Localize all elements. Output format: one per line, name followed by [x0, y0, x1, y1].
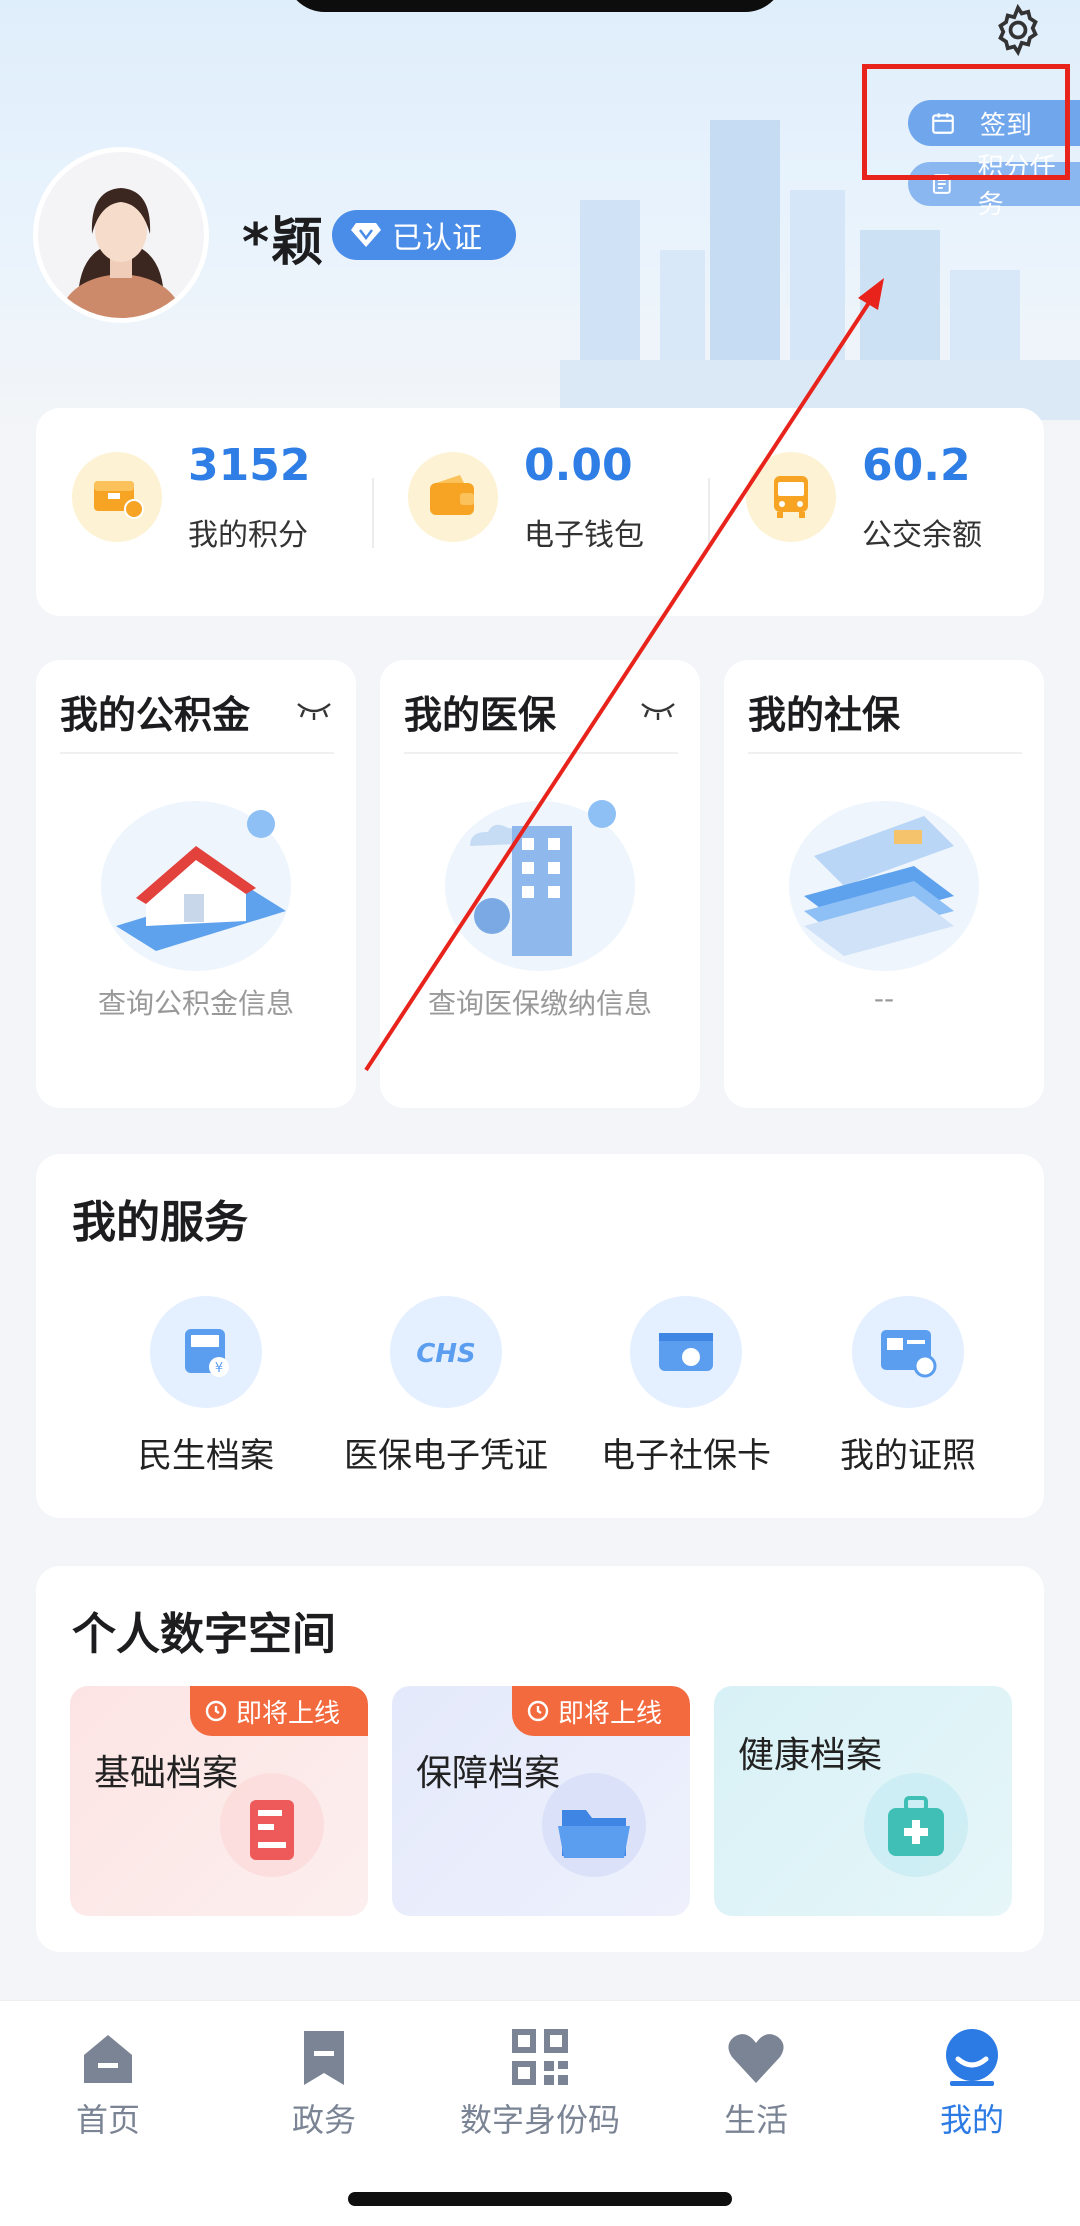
home-icon	[84, 2035, 132, 2083]
bus-balance-value: 60.2	[862, 440, 971, 491]
provident-fund-card[interactable]: 我的公积金 查询公积金信息	[36, 660, 356, 1108]
my-services-title: 我的服务	[72, 1197, 248, 1248]
divider	[748, 752, 1022, 754]
tab-home[interactable]: 首页	[0, 2025, 216, 2145]
chs-icon: CHS	[390, 1296, 502, 1408]
profile-icon	[946, 2029, 998, 2086]
tab-label: 我的	[939, 2101, 1004, 2139]
social-security-card[interactable]: 我的社保 --	[724, 660, 1044, 1108]
points-label: 我的积分	[188, 518, 308, 553]
provident-fund-title: 我的公积金	[60, 693, 251, 737]
folder-icon	[542, 1773, 646, 1877]
svg-text:¥: ¥	[215, 1361, 223, 1376]
house-illustration	[101, 801, 291, 971]
divider	[372, 478, 374, 548]
tab-label: 政务	[291, 2101, 356, 2139]
coming-soon-badge: 即将上线	[190, 1686, 368, 1736]
stat-bus-balance[interactable]: 60.2 公交余额	[746, 438, 1006, 588]
provident-fund-subtitle: 查询公积金信息	[97, 987, 294, 1020]
heart-icon	[728, 2034, 784, 2083]
tab-label: 数字身份码	[459, 2101, 620, 2139]
eye-closed-icon[interactable]	[638, 700, 678, 722]
document-icon	[220, 1773, 324, 1877]
my-services-section: 我的服务 ¥ 民生档案 CHS 医保电子凭证 电子社保卡 我的证照	[36, 1154, 1044, 1518]
verified-label: 已认证	[392, 221, 482, 256]
social-security-title: 我的社保	[748, 693, 901, 737]
hospital-illustration	[445, 800, 635, 971]
diamond-icon	[351, 223, 381, 247]
home-indicator	[348, 2192, 732, 2206]
username: *颖	[242, 213, 326, 273]
tab-digital-id[interactable]: 数字身份码	[432, 2025, 648, 2145]
service-label: 民生档案	[138, 1436, 274, 1476]
social-security-illustration	[789, 801, 979, 971]
device-notch	[285, 0, 785, 12]
stats-card: 3152 我的积分 0.00 电子钱包 60.2 公交余额	[36, 408, 1044, 616]
medical-insurance-title: 我的医保	[404, 693, 557, 737]
tab-life[interactable]: 生活	[648, 2025, 864, 2145]
basic-archive-card[interactable]: 即将上线 基础档案	[70, 1686, 368, 1916]
eye-closed-icon[interactable]	[294, 700, 334, 722]
service-medical-voucher[interactable]: CHS 医保电子凭证	[326, 1296, 566, 1476]
avatar[interactable]	[38, 152, 204, 318]
social-card-icon	[630, 1296, 742, 1408]
tab-label: 首页	[75, 2101, 140, 2139]
tab-government[interactable]: 政务	[216, 2025, 432, 2145]
social-security-subtitle: --	[873, 982, 895, 1015]
stat-wallet[interactable]: 0.00 电子钱包	[408, 438, 668, 588]
tab-label: 生活	[723, 2101, 788, 2139]
service-livelihood-archive[interactable]: ¥ 民生档案	[86, 1296, 326, 1476]
bus-balance-label: 公交余额	[862, 518, 982, 553]
digital-space-section: 个人数字空间 即将上线 基础档案 即将上线 保障档案 健康档案	[36, 1566, 1044, 1952]
health-archive-card[interactable]: 健康档案	[714, 1686, 1012, 1916]
medical-insurance-card[interactable]: 我的医保 查询医保缴纳信息	[380, 660, 700, 1108]
wallet-label: 电子钱包	[524, 518, 644, 553]
archive-icon: ¥	[150, 1296, 262, 1408]
digital-space-title: 个人数字空间	[72, 1609, 336, 1660]
tab-mine[interactable]: 我的	[864, 2025, 1080, 2145]
svg-text:CHS: CHS	[416, 1339, 476, 1369]
qr-code-icon	[512, 2029, 568, 2085]
bus-icon	[746, 452, 836, 542]
wallet-icon	[408, 452, 498, 542]
divider	[708, 478, 710, 548]
stat-points[interactable]: 3152 我的积分	[72, 438, 332, 588]
coming-soon-badge: 即将上线	[512, 1686, 690, 1736]
settings-gear-icon[interactable]	[990, 2, 1046, 58]
points-box-icon	[72, 452, 162, 542]
annotation-highlight-box	[862, 64, 1070, 180]
clock-icon	[527, 1700, 549, 1722]
service-my-licenses[interactable]: 我的证照	[788, 1296, 1028, 1476]
license-icon	[852, 1296, 964, 1408]
divider	[404, 752, 678, 754]
divider	[60, 752, 334, 754]
service-label: 我的证照	[840, 1436, 976, 1476]
wallet-value: 0.00	[524, 440, 633, 491]
clock-icon	[205, 1700, 227, 1722]
verified-badge[interactable]: 已认证	[332, 210, 516, 260]
points-value: 3152	[188, 440, 311, 491]
security-archive-card[interactable]: 即将上线 保障档案	[392, 1686, 690, 1916]
medical-insurance-subtitle: 查询医保缴纳信息	[427, 987, 652, 1020]
service-label: 医保电子凭证	[344, 1436, 548, 1476]
bookmark-icon	[304, 2031, 344, 2085]
medical-kit-icon	[864, 1773, 968, 1877]
